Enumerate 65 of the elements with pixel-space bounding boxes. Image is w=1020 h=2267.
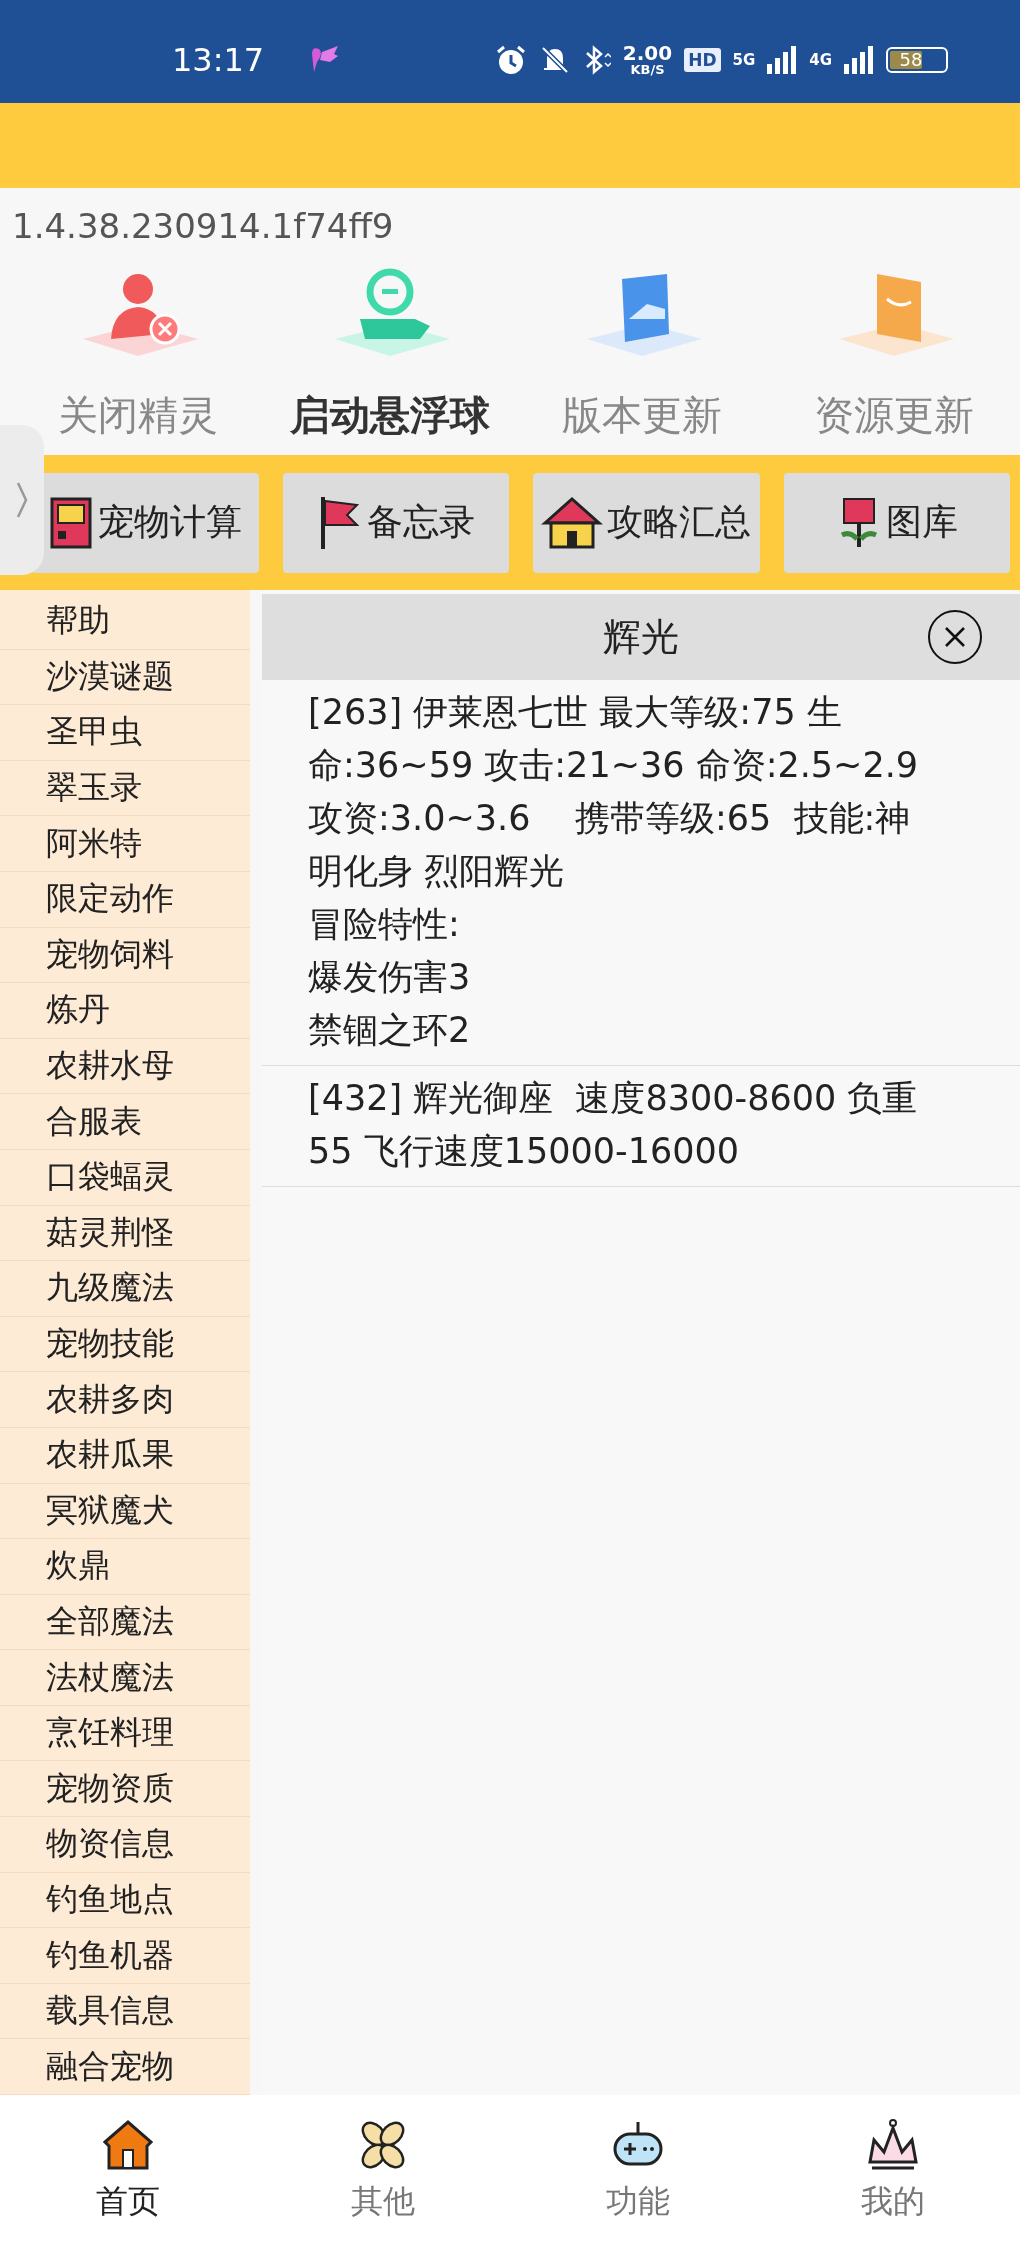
sidebar-item[interactable]: 法杖魔法 bbox=[0, 1650, 250, 1706]
speed-unit: KB/S bbox=[630, 63, 665, 76]
sidebar-item[interactable]: 圣甲虫 bbox=[0, 705, 250, 761]
sidebar-item[interactable]: 钓鱼机器 bbox=[0, 1928, 250, 1984]
nav-tab[interactable]: 功能 bbox=[547, 2118, 728, 2224]
sidebar-item[interactable]: 宠物饲料 bbox=[0, 927, 250, 984]
side-drawer-handle[interactable] bbox=[0, 425, 44, 575]
sidebar-item[interactable]: 合服表 bbox=[0, 1094, 250, 1150]
result-text: 禁锢之环2 bbox=[308, 1009, 472, 1052]
sidebar-item[interactable]: 炊鼎 bbox=[0, 1539, 250, 1595]
sidebar-item[interactable]: 钓鱼地点 bbox=[0, 1872, 250, 1929]
result-text: [432] 辉光御座 速度8300-8600 负重 bbox=[308, 1077, 919, 1120]
network-type: 4G bbox=[809, 50, 832, 69]
toolbar-button[interactable]: 攻略汇总 bbox=[533, 472, 760, 573]
result-item[interactable]: [263] 伊莱恩七世 最大等级:75 生 命:36~59 攻击:21~36 命资:2.5~2.9 攻资:3.0~3.6 携带等级:65 技能:神 明化身 烈阳辉光 冒险特性: 爆发伤害3 禁锢之环2 bbox=[262, 680, 1020, 1066]
nav-tab[interactable]: 我的 bbox=[802, 2118, 983, 2224]
sidebar-item[interactable]: 沙漠谜题 bbox=[0, 649, 250, 706]
close-icon bbox=[943, 625, 967, 649]
sidebar-item[interactable]: 物资信息 bbox=[0, 1817, 250, 1873]
sidebar-item[interactable]: 炼丹 bbox=[0, 983, 250, 1039]
sidebar-item[interactable]: 限定动作 bbox=[0, 871, 250, 928]
home-icon bbox=[100, 2118, 155, 2172]
sidebar-item[interactable]: 农耕瓜果 bbox=[0, 1427, 250, 1484]
search-field[interactable]: 辉光 bbox=[262, 594, 1020, 680]
sidebar-item[interactable]: 冥狱魔犬 bbox=[0, 1483, 250, 1540]
result-text: 冒险特性: bbox=[308, 903, 461, 946]
result-text: 爆发伤害3 bbox=[308, 956, 472, 999]
toolbar-button[interactable]: 宠物计算 bbox=[32, 472, 259, 573]
sidebar-item[interactable]: 载具信息 bbox=[0, 1983, 250, 2040]
sidebar-item[interactable]: 全部魔法 bbox=[0, 1594, 250, 1651]
hd-badge: HD bbox=[684, 47, 721, 72]
house-icon bbox=[541, 494, 604, 551]
crown-icon bbox=[865, 2118, 920, 2172]
version-text: 1.4.38.230914.1f74ff9 bbox=[12, 206, 394, 246]
quick-action-button[interactable]: 启动悬浮球 bbox=[270, 264, 510, 443]
battery-percent: 58 bbox=[899, 49, 923, 70]
result-item[interactable]: [432] 辉光御座 速度8300-8600 负重 55 飞行速度15000-16000 bbox=[262, 1066, 1020, 1187]
sidebar-item[interactable]: 帮助 bbox=[0, 594, 250, 650]
result-text: 命:36~59 攻击:21~36 命资:2.5~2.9 bbox=[308, 744, 920, 787]
alarm-icon bbox=[494, 43, 527, 76]
sidebar-item[interactable]: 宠物技能 bbox=[0, 1316, 250, 1373]
toolbar-button[interactable]: 备忘录 bbox=[282, 472, 509, 573]
signal-icon bbox=[844, 45, 874, 74]
sidebar-item[interactable]: 口袋蝠灵 bbox=[0, 1149, 250, 1206]
sidebar-item[interactable]: 阿米特 bbox=[0, 816, 250, 872]
sidebar-item[interactable]: 农耕多肉 bbox=[0, 1372, 250, 1428]
result-text: 攻资:3.0~3.6 携带等级:65 技能:神 bbox=[308, 797, 912, 840]
toolbar-button[interactable]: 图库 bbox=[783, 472, 1010, 573]
nav-tab[interactable]: 首页 bbox=[37, 2118, 218, 2224]
clear-button[interactable] bbox=[928, 610, 982, 664]
nav-tab[interactable]: 其他 bbox=[292, 2118, 473, 2224]
network-type: 5G bbox=[732, 50, 756, 69]
sidebar-item[interactable]: 九级魔法 bbox=[0, 1261, 250, 1317]
network-speed: 2.00 bbox=[622, 43, 673, 63]
sidebar-item[interactable]: 农耕水母 bbox=[0, 1038, 250, 1095]
signal-icon bbox=[767, 45, 798, 74]
sidebar-item[interactable]: 翠玉录 bbox=[0, 760, 250, 817]
sidebar-item[interactable]: 菇灵荆怪 bbox=[0, 1205, 250, 1262]
sidebar-item[interactable]: 宠物资质 bbox=[0, 1761, 250, 1818]
result-text: 明化身 烈阳辉光 bbox=[308, 850, 566, 893]
result-text: 55 飞行速度15000-16000 bbox=[308, 1130, 740, 1173]
chevron-right-icon bbox=[15, 480, 29, 520]
result-text: [263] 伊莱恩七世 最大等级:75 生 bbox=[308, 691, 843, 734]
sidebar-item[interactable]: 烹饪料理 bbox=[0, 1705, 250, 1762]
clock-time: 13:17 bbox=[172, 40, 265, 79]
